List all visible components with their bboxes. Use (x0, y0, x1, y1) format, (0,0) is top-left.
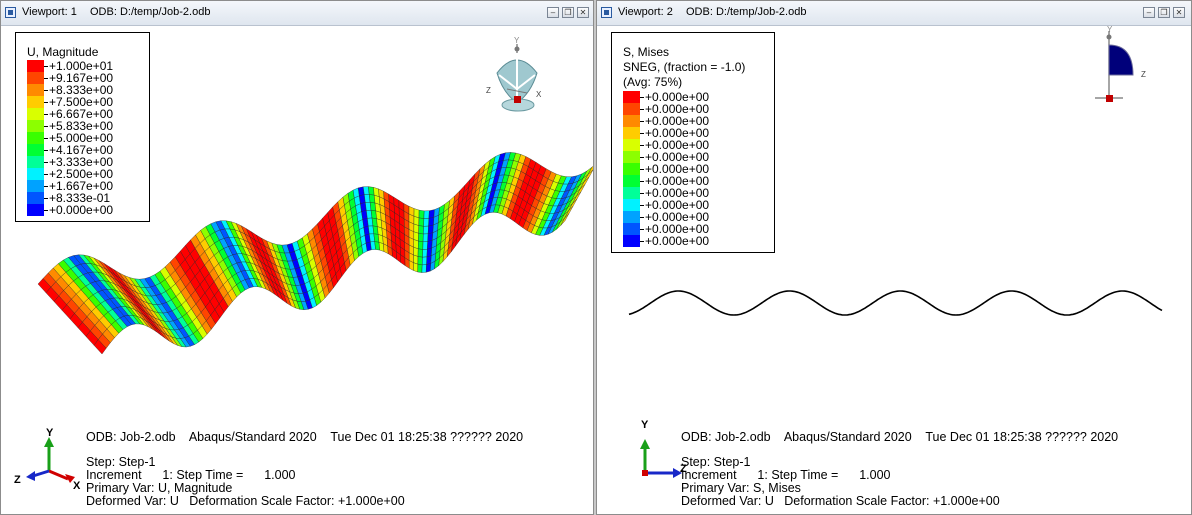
mesh-element (428, 217, 435, 227)
triad-y-label: Y (46, 427, 54, 439)
mesh-element (418, 233, 424, 243)
mesh-element (421, 264, 427, 273)
view-cube-y-label: Y (1107, 25, 1113, 34)
mesh-element (413, 262, 419, 273)
mesh-element (417, 256, 423, 266)
view-cube-z-label: Z (1141, 70, 1146, 79)
triad-x-label: X (73, 480, 81, 492)
mesh-element (422, 256, 428, 266)
triad-z-label: Z (14, 474, 21, 486)
view-cube-y-label: Y (514, 36, 520, 45)
mesh-element (422, 249, 428, 258)
mesh-element (417, 263, 423, 273)
mesh-element (418, 225, 424, 235)
deformed-edge-line (628, 290, 1163, 316)
mesh-element (423, 225, 429, 235)
mesh-element (423, 210, 430, 219)
mesh-element (418, 240, 424, 250)
odb-info-line: ODB: Job-2.odb Abaqus/Standard 2020 Tue … (681, 430, 1119, 444)
mesh-element (428, 209, 435, 219)
deformed-var-line: Deformed Var: U Deformation Scale Factor… (86, 494, 405, 508)
mesh-element (418, 209, 425, 219)
mesh-element (422, 241, 428, 250)
view-cube-icon[interactable] (1089, 25, 1139, 105)
mesh-element (426, 255, 432, 265)
odb-info-line: ODB: Job-2.odb Abaqus/Standard 2020 Tue … (86, 430, 524, 444)
view-cube-icon[interactable] (485, 39, 545, 129)
view-cube-z-label: Z (486, 86, 491, 95)
mesh-element (425, 263, 431, 273)
mesh-element (417, 248, 423, 258)
viewport-1[interactable]: Viewport: 1 ODB: D:/temp/Job-2.odb – ❐ ✕… (0, 0, 594, 515)
mesh-element (418, 217, 425, 227)
deformed-var-line: Deformed Var: U Deformation Scale Factor… (681, 494, 1000, 508)
mesh-element (423, 218, 430, 227)
mesh-element (427, 224, 434, 235)
triad-y-label: Y (641, 419, 649, 431)
viewport-2[interactable]: Viewport: 2 ODB: D:/temp/Job-2.odb – ❐ ✕… (596, 0, 1192, 515)
view-cube-x-label: X (536, 90, 542, 99)
mesh-element (427, 240, 433, 250)
mesh-element (426, 247, 432, 258)
mesh-element (422, 233, 429, 242)
